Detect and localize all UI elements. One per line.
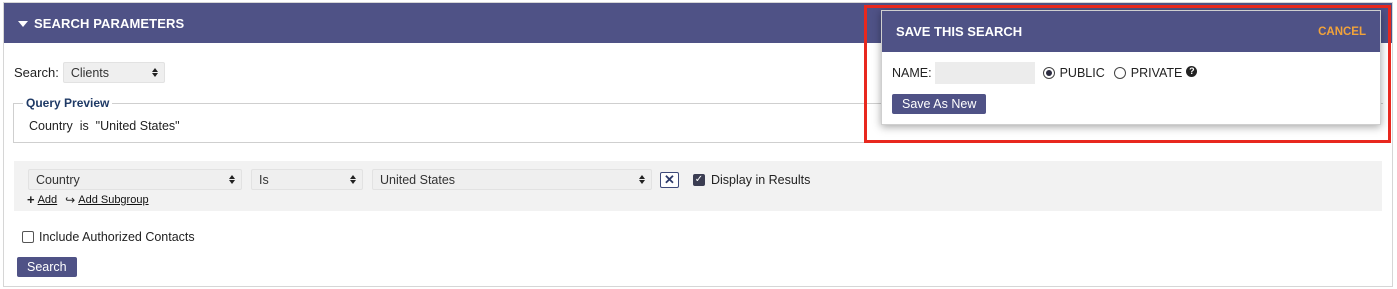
- search-type-row: Search: Clients: [14, 62, 165, 83]
- include-authorized-row: Include Authorized Contacts: [22, 230, 195, 244]
- criteria-operator-value: Is: [259, 172, 269, 187]
- cancel-link[interactable]: CANCEL: [1318, 26, 1366, 38]
- criteria-value-text: United States: [380, 172, 456, 187]
- close-x-icon: ✕: [664, 172, 675, 187]
- display-in-results-label: Display in Results: [711, 172, 811, 187]
- include-authorized-checkbox[interactable]: [22, 231, 34, 243]
- public-radio[interactable]: [1042, 67, 1055, 79]
- search-button[interactable]: Search: [17, 257, 77, 277]
- private-label: PRIVATE: [1130, 66, 1183, 80]
- criteria-field-select[interactable]: Country: [28, 169, 242, 190]
- add-criteria-link[interactable]: Add: [38, 194, 58, 206]
- save-popup-title: SAVE THIS SEARCH: [896, 24, 1023, 39]
- select-arrows-icon: [151, 68, 158, 77]
- query-preview-legend: Query Preview: [23, 96, 113, 110]
- save-popup-header: SAVE THIS SEARCH CANCEL: [882, 11, 1380, 52]
- search-label: Search:: [14, 65, 59, 80]
- save-search-popup: SAVE THIS SEARCH CANCEL NAME: PUBLIC PRI…: [881, 10, 1381, 125]
- select-arrows-icon: [229, 175, 235, 184]
- criteria-links: + Add ↪ Add Subgroup: [27, 192, 149, 207]
- search-type-select[interactable]: Clients: [62, 62, 165, 83]
- subgroup-arrow-icon: ↪: [65, 192, 76, 207]
- add-subgroup-link[interactable]: Add Subgroup: [78, 194, 148, 206]
- criteria-operator-select[interactable]: Is: [251, 169, 363, 190]
- name-label: NAME:: [892, 66, 932, 80]
- help-icon[interactable]: ?: [1186, 65, 1198, 77]
- remove-criteria-button[interactable]: ✕: [660, 171, 679, 188]
- save-as-new-button[interactable]: Save As New: [892, 94, 987, 114]
- criteria-row: Country Is United States ✕ ✓ Display in …: [14, 169, 810, 190]
- query-preview-text: Country is "United States": [29, 119, 180, 133]
- select-arrows-icon: [350, 175, 356, 184]
- display-in-results-checkbox[interactable]: ✓: [693, 173, 705, 186]
- private-radio[interactable]: [1113, 67, 1126, 79]
- search-type-value: Clients: [70, 65, 110, 80]
- include-authorized-label: Include Authorized Contacts: [39, 230, 195, 244]
- panel-title: SEARCH PARAMETERS: [34, 15, 185, 31]
- criteria-value-select[interactable]: United States: [372, 169, 652, 190]
- name-input[interactable]: [934, 62, 1035, 84]
- public-label: PUBLIC: [1059, 66, 1105, 80]
- save-popup-form-row: NAME: PUBLIC PRIVATE ?: [892, 62, 1198, 84]
- select-arrows-icon: [639, 175, 645, 184]
- plus-icon: +: [27, 192, 35, 207]
- caret-down-icon[interactable]: [18, 20, 28, 27]
- criteria-group: Country Is United States ✕ ✓ Display in …: [14, 161, 1382, 211]
- criteria-field-value: Country: [36, 172, 80, 187]
